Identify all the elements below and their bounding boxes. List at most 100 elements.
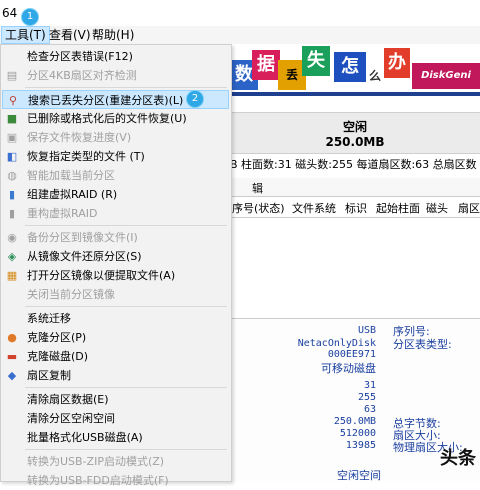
tools-menu-item-label: 转换为USB-ZIP启动模式(Z) xyxy=(27,455,165,468)
tools-menu-item-label: 搜索已丢失分区(重建分区表)(L) xyxy=(28,94,184,107)
tools-menu-item-label: 组建虚拟RAID (R) xyxy=(27,188,118,201)
tools-menu-item-label: 关闭当前分区镜像 xyxy=(27,288,115,301)
partition-table-header: 序号(状态) 文件系统 标识 起始柱面 磁头 扇区 xyxy=(230,197,480,218)
backup-icon: ◉ xyxy=(7,231,17,244)
tools-menu-item[interactable]: ▦ 打开分区镜像以便提取文件(A) xyxy=(2,266,229,285)
tools-menu-item-label: 已删除或格式化后的文件恢复(U) xyxy=(27,112,187,125)
tab-partition-edit[interactable]: 辑 xyxy=(252,180,263,196)
detail-free-space: 空闲空间 xyxy=(337,469,381,482)
banner-glyph: 据 xyxy=(252,50,280,80)
tools-menu-item[interactable]: 批量格式化USB磁盘(A) xyxy=(2,428,229,447)
tools-menu-item-label: 重构虚拟RAID xyxy=(27,207,98,220)
tools-menu-item-label: 转换为USB-FDD启动模式(F) xyxy=(27,474,169,487)
detail-value: USB xyxy=(357,325,376,336)
raid-icon: ▮ xyxy=(8,188,16,201)
col-start-cylinder[interactable]: 起始柱面 xyxy=(376,200,420,216)
detail-value: 255 xyxy=(357,392,376,403)
free-space-label: 空闲 xyxy=(342,120,367,134)
tools-menu-item-label: 备份分区到镜像文件(I) xyxy=(27,231,138,244)
tools-menu-item-label: 打开分区镜像以便提取文件(A) xyxy=(27,269,176,282)
open-image-icon: ▦ xyxy=(6,269,18,282)
clone-partition-icon: ● xyxy=(7,331,17,344)
sector-copy-icon: ◆ xyxy=(7,369,17,382)
col-filesystem[interactable]: 文件系统 xyxy=(292,200,336,216)
disk-info-line: B 柱面数:31 磁头数:255 每道扇区数:63 总扇区数 xyxy=(230,158,477,171)
tools-menu-item-label: 克隆分区(P) xyxy=(27,331,87,344)
tools-menu-item[interactable]: ● 克隆分区(P) xyxy=(2,328,229,347)
tools-menu-item[interactable]: 清除扇区数据(E) xyxy=(2,390,229,409)
menu-separator xyxy=(25,225,227,226)
disk-bar xyxy=(230,92,480,96)
menu-view[interactable]: 查看(V) xyxy=(46,27,94,43)
col-index[interactable]: 序号(状态) xyxy=(232,200,285,216)
tools-menu-item: 转换为USB-ZIP启动模式(Z) xyxy=(2,452,229,471)
banner-glyph: 办 xyxy=(384,48,410,78)
menu-help[interactable]: 帮助(H) xyxy=(89,27,137,43)
free-space-box[interactable]: 空闲 250.0MB xyxy=(230,112,480,154)
tools-menu-item: ▤ 分区4KB扇区对齐检测 xyxy=(2,66,229,85)
tools-menu-item[interactable]: 清除分区空闲空间 xyxy=(2,409,229,428)
tools-menu-item: 关闭当前分区镜像 xyxy=(2,285,229,304)
tools-dropdown-menu: 检查分区表错误(F12) ▤ 分区4KB扇区对齐检测 ⚲ 搜索已丢失分区(重建分区表)(… xyxy=(0,44,232,487)
detail-value: 31 xyxy=(363,380,376,391)
tools-menu-item-label: 分区4KB扇区对齐检测 xyxy=(27,69,137,82)
diskgenius-logo: DiskGeni xyxy=(412,63,480,89)
menu-separator xyxy=(25,449,227,450)
col-head[interactable]: 磁头 xyxy=(426,200,448,216)
clone-disk-icon: ▬ xyxy=(6,350,18,363)
detail-value: 13985 xyxy=(345,440,376,451)
tools-menu-item[interactable]: ◆ 扇区复制 xyxy=(2,366,229,385)
menu-separator xyxy=(25,306,227,307)
tools-menu-item-label: 智能加载当前分区 xyxy=(27,169,115,182)
tools-menu-item-label: 恢复指定类型的文件 (T) xyxy=(27,150,145,163)
recover-icon: ■ xyxy=(6,112,18,125)
tools-menu-item[interactable]: 检查分区表错误(F12) xyxy=(2,47,229,66)
magnifier-icon: ⚲ xyxy=(8,94,18,107)
tools-menu-item[interactable]: ◧ 恢复指定类型的文件 (T) xyxy=(2,147,229,166)
banner-glyph: 么 xyxy=(366,66,384,86)
detail-value: 512000 xyxy=(339,428,376,439)
detail-value: NetacOnlyDisk xyxy=(297,338,376,349)
restore-icon: ◈ xyxy=(7,250,17,263)
tools-menu-item-label: 克隆磁盘(D) xyxy=(27,350,89,363)
step-marker-2: 2 xyxy=(187,91,203,107)
menu-tools[interactable]: 工具(T) xyxy=(1,26,50,44)
free-space-size: 250.0MB xyxy=(325,135,385,149)
tools-menu-item[interactable]: ▬ 克隆磁盘(D) xyxy=(2,347,229,366)
banner-glyph: 失 xyxy=(302,46,330,76)
watermark: 头条 xyxy=(440,448,476,469)
tools-menu-item: 转换为USB-FDD启动模式(F) xyxy=(2,471,229,490)
col-sector[interactable]: 扇区 xyxy=(458,200,480,216)
menu-separator xyxy=(25,387,227,388)
tab-strip: 辑 xyxy=(230,178,480,197)
tools-menu-item[interactable]: ■ 已删除或格式化后的文件恢复(U) xyxy=(2,109,229,128)
detail-value: 250.0MB xyxy=(333,416,376,427)
tools-menu-item[interactable]: 系统迁移 xyxy=(2,309,229,328)
tools-menu-item: ◉ 备份分区到镜像文件(I) xyxy=(2,228,229,247)
detail-label: 分区表类型: xyxy=(393,338,452,351)
window-title: 64 xyxy=(2,6,18,20)
detail-value: 63 xyxy=(363,404,376,415)
tools-menu-item-label: 系统迁移 xyxy=(27,312,71,325)
align-icon: ▤ xyxy=(6,69,18,82)
banner-glyph: 怎 xyxy=(334,52,366,82)
tools-menu-item-label: 批量格式化USB磁盘(A) xyxy=(27,431,143,444)
tools-menu-item-label: 保存文件恢复进度(V) xyxy=(27,131,132,144)
smart-load-icon: ◍ xyxy=(7,169,17,182)
tools-menu-item-label: 清除扇区数据(E) xyxy=(27,393,109,406)
save-icon: ▣ xyxy=(6,131,18,144)
menu-separator xyxy=(25,87,227,88)
tools-menu-item-label: 清除分区空闲空间 xyxy=(27,412,115,425)
tools-menu-item[interactable]: ◈ 从镜像文件还原分区(S) xyxy=(2,247,229,266)
tools-menu-item[interactable]: ▮ 组建虚拟RAID (R) xyxy=(2,185,229,204)
tools-menu-item-label: 扇区复制 xyxy=(27,369,71,382)
tools-menu-item: ▣ 保存文件恢复进度(V) xyxy=(2,128,229,147)
tools-menu-item-label: 检查分区表错误(F12) xyxy=(27,50,133,63)
tools-menu-item: ▮ 重构虚拟RAID xyxy=(2,204,229,223)
raid-rebuild-icon: ▮ xyxy=(8,207,16,220)
filetype-icon: ◧ xyxy=(6,150,18,163)
tools-menu-item-label: 从镜像文件还原分区(S) xyxy=(27,250,142,263)
col-flag[interactable]: 标识 xyxy=(345,200,367,216)
detail-value: 可移动磁盘 xyxy=(321,362,376,375)
title-bar: 64 1 xyxy=(0,0,480,26)
